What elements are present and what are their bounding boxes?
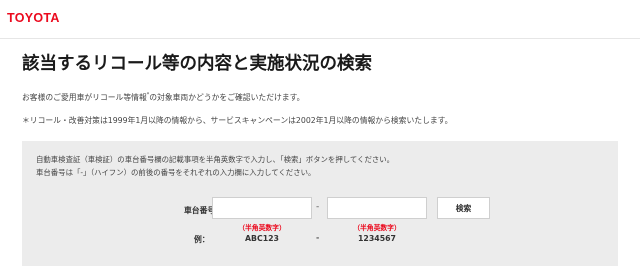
example-suffix: 1234567 <box>358 234 396 243</box>
intro-text-main: お客様のご愛用車がリコール等情報 <box>22 93 147 102</box>
prefix-format-hint: （半角英数字） <box>238 224 286 232</box>
example-separator: - <box>316 233 320 242</box>
intro-text: お客様のご愛用車がリコール等情報*の対象車両かどうかをご確認いただけます。 <box>22 92 304 103</box>
site-header: TOYOTA <box>0 0 640 39</box>
instruction-line-1: 自動車検査証（車検証）の車台番号欄の記載事項を半角英数字で入力し、「検索」ボタン… <box>36 155 395 164</box>
date-range-note: ＊リコール・改善対策は1999年1月以降の情報から、サービスキャンペーンは200… <box>22 116 453 125</box>
example-label: 例： <box>194 235 210 244</box>
chassis-number-suffix-input[interactable] <box>327 197 427 219</box>
suffix-format-hint: （半角英数字） <box>353 224 401 232</box>
search-panel: 自動車検査証（車検証）の車台番号欄の記載事項を半角英数字で入力し、「検索」ボタン… <box>22 141 618 266</box>
example-prefix: ABC123 <box>245 234 279 243</box>
instruction-line-2: 車台番号は「-」（ハイフン）の前後の番号をそれぞれの入力欄に入力してください。 <box>36 168 316 177</box>
intro-text-after: の対象車両かどうかをご確認いただけます。 <box>149 93 305 102</box>
search-button[interactable]: 検索 <box>437 197 490 219</box>
chassis-number-separator: - <box>316 202 320 212</box>
chassis-number-label: 車台番号 <box>184 206 216 215</box>
toyota-logo[interactable]: TOYOTA <box>7 11 60 25</box>
chassis-number-prefix-input[interactable] <box>212 197 312 219</box>
page-title: 該当するリコール等の内容と実施状況の検索 <box>22 54 372 74</box>
